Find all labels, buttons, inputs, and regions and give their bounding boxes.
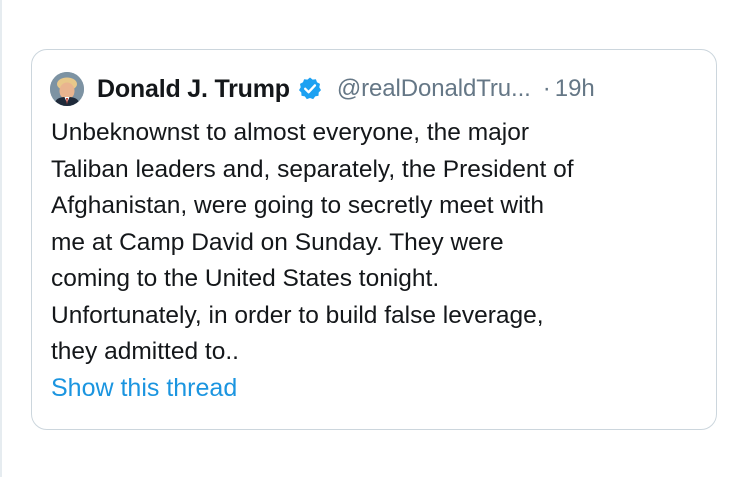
tweet-body: Unbeknownst to almost everyone, the majo… <box>51 115 711 371</box>
author-avatar[interactable] <box>50 72 84 106</box>
tweet-text-line: Afghanistan, were going to secretly meet… <box>51 192 544 219</box>
tweet-text-line: Unbeknownst to almost everyone, the majo… <box>51 119 529 146</box>
tweet-header: Donald J. Trump @realDonaldTru... · 19h <box>50 70 702 108</box>
quoted-tweet-card[interactable]: Donald J. Trump @realDonaldTru... · 19h … <box>31 49 717 430</box>
left-divider <box>0 0 2 477</box>
tweet-text-line: me at Camp David on Sunday. They were <box>51 228 504 256</box>
tweet-timestamp[interactable]: 19h <box>555 75 595 103</box>
tweet-text-line: Taliban leaders and, separately, the Pre… <box>51 155 574 183</box>
tweet-text-line: Unfortunately, in order to build false l… <box>51 301 544 329</box>
show-thread-link[interactable]: Show this thread <box>51 374 237 403</box>
author-handle[interactable]: @realDonaldTru... <box>337 75 531 103</box>
tweet-text-line: coming to the United States tonight. <box>51 265 440 292</box>
verified-badge-icon <box>297 76 323 102</box>
author-display-name[interactable]: Donald J. Trump <box>97 75 290 104</box>
tweet-text-line: they admitted to.. <box>51 338 239 365</box>
separator-dot: · <box>542 75 551 102</box>
